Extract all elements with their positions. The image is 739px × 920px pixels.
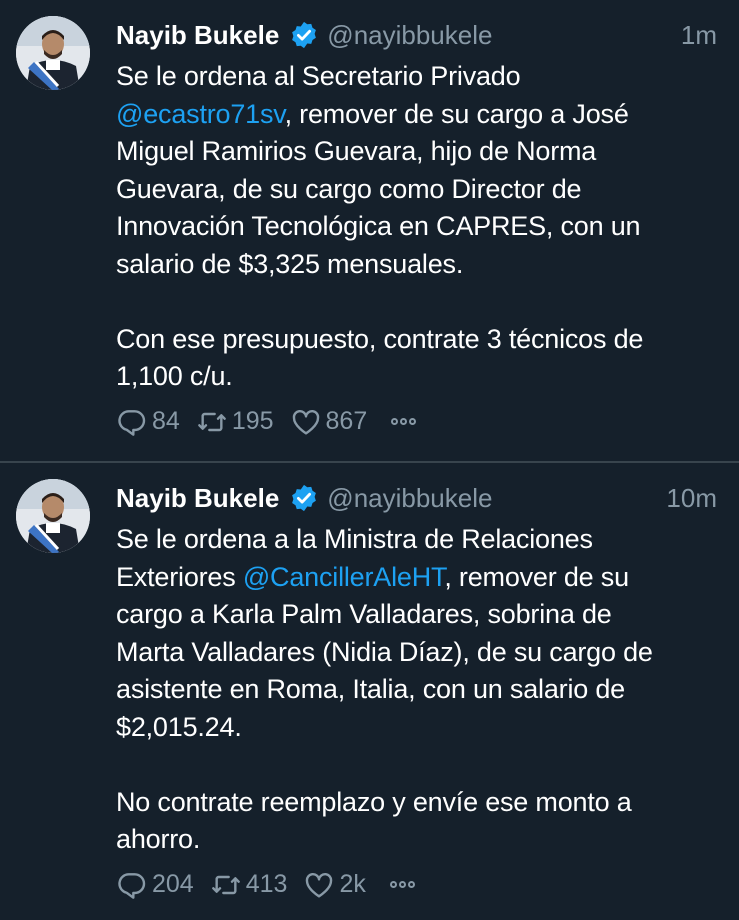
tweet-line-text: , remover de su [444, 561, 629, 592]
author-name[interactable]: Nayib Bukele [116, 14, 279, 56]
retweet-button[interactable]: 413 [210, 869, 288, 901]
tweet-line: Se le ordena al Secretario Privado [116, 61, 521, 91]
tweet-actions: 204 413 2k [116, 869, 717, 901]
tweet-line: Guevara, de su cargo como Director de [116, 173, 582, 204]
like-count: 2k [339, 870, 366, 898]
tweet-line: Innovación Tecnológica en CAPRES, con un [116, 211, 641, 241]
more-icon[interactable] [389, 881, 417, 888]
verified-badge-icon [292, 484, 317, 512]
tweet-line-text: Exteriores [116, 561, 243, 592]
avatar-photo [16, 479, 90, 553]
author-name[interactable]: Nayib Bukele [116, 477, 279, 519]
retweet-icon [211, 875, 240, 894]
tweet-2[interactable]: Nayib Bukele @nayibbukele 10m Se le orde… [0, 463, 739, 920]
reply-button[interactable]: 204 [116, 869, 194, 901]
verified-badge-icon [292, 21, 317, 49]
tweet-line-text: , remover de su cargo a José [284, 98, 629, 129]
tweet-line: Con ese presupuesto, contrate 3 técnicos… [116, 323, 644, 354]
retweet-icon [197, 412, 226, 431]
reply-count: 84 [152, 407, 180, 435]
reply-icon [118, 872, 146, 899]
tweet-text: Se le ordena al Secretario Privado @ecas… [116, 58, 717, 396]
mention-link[interactable]: @CancillerAleHT [243, 562, 445, 592]
retweet-button[interactable]: 195 [196, 406, 274, 438]
tweet-line: No contrate reemplazo y envíe ese monto … [116, 786, 632, 817]
avatar[interactable] [16, 479, 90, 553]
tweet-line: Exteriores @CancillerAleHT, remover de s… [116, 559, 717, 597]
like-button[interactable]: 2k [303, 869, 366, 901]
tweet-line: asistente en Roma, Italia, con un salari… [116, 674, 625, 704]
mention-link[interactable]: @ecastro71sv [116, 99, 285, 129]
avatar-photo [16, 16, 90, 90]
tweet-time[interactable]: 10m [666, 477, 717, 519]
author-handle[interactable]: @nayibbukele [327, 14, 492, 56]
tweet-text: Se le ordena a la Ministra de Relaciones… [116, 521, 717, 859]
tweet-time[interactable]: 1m [681, 14, 717, 56]
retweet-count: 195 [231, 407, 274, 435]
tweet-line: 1,100 c/u. [116, 361, 233, 391]
reply-count: 204 [152, 870, 194, 898]
tweet-line: $2,015.24. [116, 711, 242, 742]
tweet-actions: 84 195 867 [116, 406, 717, 438]
more-icon[interactable] [391, 418, 418, 425]
tweet-1[interactable]: Nayib Bukele @nayibbukele 1m Se le orden… [0, 0, 739, 461]
tweet-line: Marta Valladares (Nidia Díaz), de su car… [116, 636, 653, 667]
tweet-line: Se le ordena a la Ministra de Relaciones [116, 524, 593, 554]
reply-button[interactable]: 84 [116, 406, 180, 438]
tweet-line: Miguel Ramirios Guevara, hijo de Norma [116, 136, 597, 166]
author-handle[interactable]: @nayibbukele [327, 477, 492, 519]
tweet-line: cargo a Karla Palm Valladares, sobrina d… [116, 599, 612, 629]
like-button[interactable]: 867 [290, 406, 368, 438]
like-count: 867 [325, 407, 368, 435]
avatar[interactable] [16, 16, 90, 90]
tweet-line: salario de $3,325 mensuales. [116, 248, 464, 279]
heart-icon [292, 409, 319, 435]
tweet-line: @ecastro71sv, remover de su cargo a José [116, 96, 717, 134]
retweet-count: 413 [245, 870, 288, 898]
heart-icon [306, 872, 333, 898]
tweet-line: ahorro. [116, 824, 201, 854]
reply-icon [118, 409, 146, 436]
